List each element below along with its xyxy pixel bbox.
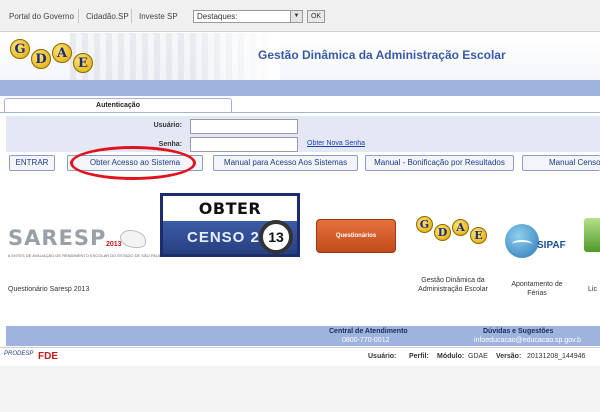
gov-top-bar: Portal do Governo Cidadão.SP Investe SP … — [0, 0, 600, 32]
ok-button[interactable]: OK — [307, 10, 325, 23]
gdae-logo: G D A E — [10, 39, 93, 73]
fde-logo: FDE — [38, 351, 58, 362]
saresp-caption[interactable]: Questionário Saresp 2013 — [8, 285, 89, 294]
logo-letter: A — [52, 43, 72, 63]
saresp-subtitle: 6 ENTES DE AVALIAÇÃO DE RENDIMENTO ESCOL… — [8, 253, 165, 258]
saresp-logo[interactable]: SARESP 2013 6 ENTES DE AVALIAÇÃO DE REND… — [8, 226, 164, 262]
username-label: Usuário: — [153, 122, 182, 129]
status-bar: PRODESP FDE Usuário: Perfil: Módulo: GDA… — [0, 347, 600, 365]
obter-acesso-button[interactable]: Obter Acesso ao Sistema — [67, 155, 203, 171]
usuario-label: Usuário: — [368, 353, 397, 360]
tab-autenticacao[interactable]: Autenticação — [4, 98, 232, 112]
prodesp-logo: PRODESP — [4, 351, 34, 357]
license-caption[interactable]: Lic — [588, 285, 597, 294]
portal-governo-link[interactable]: Portal do Governo — [9, 12, 74, 21]
sp-map-icon — [120, 230, 146, 248]
duvidas-email[interactable]: infoeducacao@educacao.sp.gov.b — [474, 337, 581, 344]
versao-label: Versão: — [496, 353, 522, 360]
central-phone: 0800-770-0012 — [342, 337, 390, 344]
logo-letter: E — [73, 53, 93, 73]
logo-letter: G — [10, 39, 30, 59]
censo-top-text: OBTER ACESSO — [163, 196, 297, 244]
investe-sp-link[interactable]: Investe SP — [139, 12, 178, 21]
page-title: Gestão Dinâmica da Administração Escolar — [258, 48, 506, 62]
saresp-word: SARESP — [8, 226, 107, 250]
perfil-label: Perfil: — [409, 353, 429, 360]
destaques-select[interactable]: Destaques: ▼ — [193, 10, 303, 23]
saresp-year: 2013 — [106, 241, 122, 248]
manual-bonificacao-button[interactable]: Manual - Bonificação por Resultados — [365, 155, 514, 171]
duvidas-label: Dúvidas e Sugestões — [483, 328, 554, 335]
gdae-small-logo[interactable]: G D A E — [416, 216, 487, 244]
censo-number: 13 — [268, 229, 284, 245]
modulo-value: GDAE — [468, 353, 488, 360]
manual-acesso-button[interactable]: Manual para Acesso Aos Sistemas — [213, 155, 358, 171]
logo-letter: D — [434, 224, 451, 241]
cidadao-sp-link[interactable]: Cidadão.SP — [86, 12, 129, 21]
login-form: Usuário: Senha: Obter Nova Senha — [6, 116, 600, 152]
central-label: Central de Atendimento — [329, 328, 408, 335]
header-banner: G D A E Gestão Dinâmica da Administração… — [0, 33, 600, 80]
username-input[interactable] — [190, 119, 298, 134]
manual-censo-button[interactable]: Manual Censo — [522, 155, 600, 171]
password-input[interactable] — [190, 137, 298, 152]
license-icon[interactable] — [584, 218, 600, 252]
tab-underline — [0, 112, 600, 113]
versao-value: 20131208_144946 — [527, 353, 586, 360]
logo-letter: D — [31, 49, 51, 69]
questionarios-button[interactable]: Questionários — [316, 219, 396, 253]
divider — [131, 9, 132, 23]
sipaf-caption[interactable]: Apontamento de Férias — [505, 280, 569, 298]
enter-button[interactable]: ENTRAR — [9, 155, 55, 171]
magnifier-icon: 13 — [259, 220, 293, 254]
logo-letter: E — [470, 227, 487, 244]
logo-letter: A — [452, 219, 469, 236]
sipaf-icon[interactable] — [505, 224, 539, 258]
page-bottom-area — [0, 366, 600, 412]
divider — [78, 9, 79, 23]
new-password-link[interactable]: Obter Nova Senha — [307, 140, 365, 147]
chevron-down-icon[interactable]: ▼ — [290, 11, 302, 22]
sipaf-word: SIPAF — [537, 240, 566, 251]
gdae-caption[interactable]: Gestão Dinâmica da Administração Escolar — [417, 276, 489, 294]
censo-banner[interactable]: OBTER ACESSO CENSO 20 13 — [160, 193, 300, 257]
logo-letter: G — [416, 216, 433, 233]
nav-strip — [0, 80, 600, 96]
modulo-label: Módulo: — [437, 353, 465, 360]
password-label: Senha: — [158, 141, 182, 148]
action-buttons: ENTRAR Obter Acesso ao Sistema Manual pa… — [0, 155, 600, 173]
support-footer: Central de Atendimento 0800-770-0012 Dúv… — [6, 326, 600, 346]
destaques-select-value: Destaques: — [197, 12, 238, 21]
